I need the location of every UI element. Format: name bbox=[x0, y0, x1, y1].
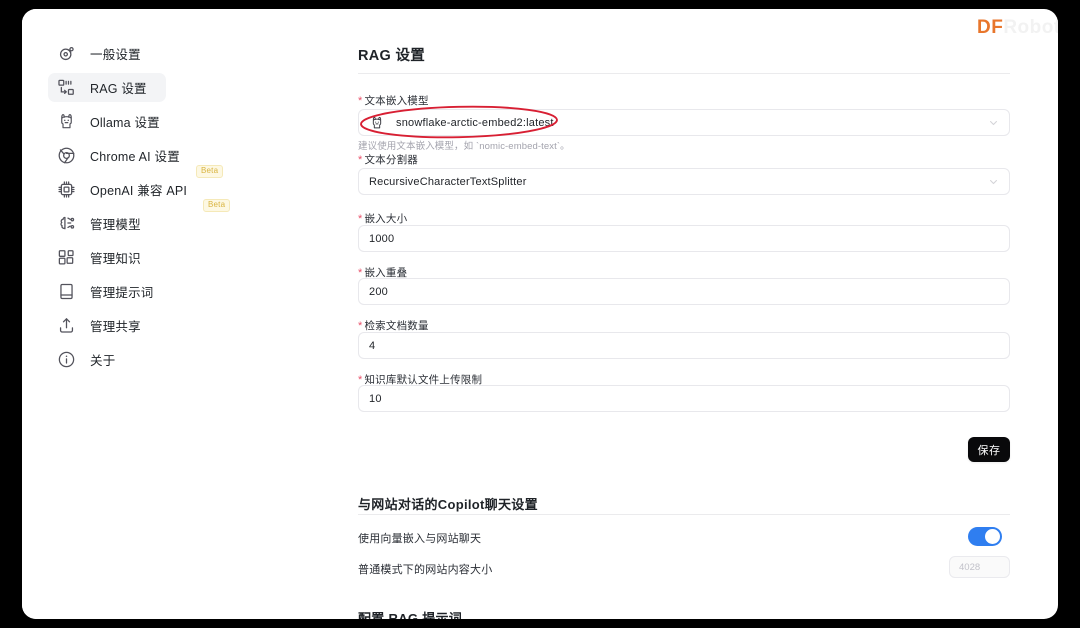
upload-limit-input[interactable]: 10 bbox=[358, 385, 1010, 412]
brain-icon bbox=[57, 214, 76, 233]
chevron-down-icon bbox=[988, 176, 999, 187]
sidebar-item-label: Ollama 设置 bbox=[90, 112, 160, 131]
retrieval-count-input[interactable]: 4 bbox=[358, 332, 1010, 359]
retrieval-count-value: 4 bbox=[369, 340, 375, 352]
sidebar-item-label: OpenAI 兼容 API bbox=[90, 180, 187, 199]
settings-sidebar: 一般设置 RAG 设置 bbox=[22, 9, 312, 619]
sidebar-item-label: 管理模型 bbox=[90, 214, 141, 233]
cpu-chip-icon bbox=[57, 180, 76, 199]
required-marker: * bbox=[358, 320, 362, 332]
embedding-model-value: snowflake-arctic-embed2:latest bbox=[396, 117, 554, 129]
toggle-knob bbox=[985, 529, 1000, 544]
grid-blocks-icon bbox=[57, 248, 76, 267]
sidebar-item-manage-knowledge[interactable]: 管理知识 bbox=[48, 243, 166, 272]
sidebar-item-rag[interactable]: RAG 设置 bbox=[48, 73, 166, 102]
sidebar-item-label: 管理知识 bbox=[90, 248, 141, 267]
embedding-model-select[interactable]: snowflake-arctic-embed2:latest bbox=[358, 109, 1010, 136]
label-embedding-size: *嵌入大小 bbox=[358, 211, 407, 226]
save-button[interactable]: 保存 bbox=[968, 437, 1010, 462]
label-text-splitter: *文本分割器 bbox=[358, 152, 418, 167]
embedding-overlap-value: 200 bbox=[369, 286, 388, 298]
vector-chat-toggle[interactable] bbox=[968, 527, 1002, 546]
llama-icon bbox=[57, 112, 76, 131]
info-icon bbox=[57, 350, 76, 369]
text-splitter-select[interactable]: RecursiveCharacterTextSplitter bbox=[358, 168, 1010, 195]
sidebar-item-manage-prompts[interactable]: 管理提示词 bbox=[48, 277, 166, 306]
rag-settings-panel: RAG 设置 *文本嵌入模型 snowflake-arctic-embed2:l… bbox=[312, 9, 1058, 619]
page-title: RAG 设置 bbox=[358, 44, 425, 65]
sidebar-item-label: Chrome AI 设置 bbox=[90, 146, 180, 165]
copilot-section-title: 与网站对话的Copilot聊天设置 bbox=[358, 494, 538, 513]
sidebar-item-label: 管理共享 bbox=[90, 316, 141, 335]
book-icon bbox=[57, 282, 76, 301]
embedding-size-input[interactable]: 1000 bbox=[358, 225, 1010, 252]
required-marker: * bbox=[358, 213, 362, 225]
text-splitter-value: RecursiveCharacterTextSplitter bbox=[369, 176, 527, 188]
embedding-overlap-input[interactable]: 200 bbox=[358, 278, 1010, 305]
sidebar-item-chrome-ai[interactable]: Chrome AI 设置 bbox=[48, 141, 180, 170]
section-divider bbox=[358, 514, 1010, 515]
sidebar-item-label: RAG 设置 bbox=[90, 78, 147, 97]
upload-icon bbox=[57, 316, 76, 335]
beta-badge-chrome-ai: Beta bbox=[196, 165, 223, 178]
required-marker: * bbox=[358, 95, 362, 107]
label-vector-chat: 使用向量嵌入与网站聊天 bbox=[358, 530, 481, 546]
embedding-size-value: 1000 bbox=[369, 233, 394, 245]
settings-orbit-icon bbox=[57, 44, 76, 63]
sidebar-item-openai-api[interactable]: OpenAI 兼容 API bbox=[48, 175, 180, 204]
upload-limit-value: 10 bbox=[369, 393, 382, 405]
sidebar-item-general[interactable]: 一般设置 bbox=[48, 39, 166, 68]
embedding-model-hint: 建议使用文本嵌入模型，如 `nomic-embed-text`。 bbox=[358, 138, 570, 152]
sidebar-item-about[interactable]: 关于 bbox=[48, 345, 166, 374]
sidebar-item-manage-models[interactable]: 管理模型 bbox=[48, 209, 166, 238]
sidebar-item-label: 一般设置 bbox=[90, 44, 141, 63]
sidebar-item-label: 管理提示词 bbox=[90, 282, 154, 301]
beta-badge-openai-api: Beta bbox=[203, 199, 230, 212]
sidebar-item-label: 关于 bbox=[90, 350, 115, 369]
app-window: 一般设置 RAG 设置 bbox=[22, 9, 1058, 619]
rag-blocks-icon bbox=[57, 78, 76, 97]
chevron-down-icon bbox=[988, 117, 999, 128]
rag-prompt-section-title: 配置 RAG 提示词 bbox=[358, 608, 462, 619]
sidebar-item-ollama[interactable]: Ollama 设置 bbox=[48, 107, 166, 136]
section-divider bbox=[358, 73, 1010, 74]
label-embedding-model: *文本嵌入模型 bbox=[358, 93, 429, 108]
sidebar-item-manage-share[interactable]: 管理共享 bbox=[48, 311, 166, 340]
label-content-size: 普通模式下的网站内容大小 bbox=[358, 561, 492, 577]
llama-model-icon bbox=[369, 115, 385, 131]
content-size-input[interactable] bbox=[949, 556, 1010, 578]
label-retrieval-count: *检索文档数量 bbox=[358, 318, 429, 333]
required-marker: * bbox=[358, 154, 362, 166]
chrome-icon bbox=[57, 146, 76, 165]
